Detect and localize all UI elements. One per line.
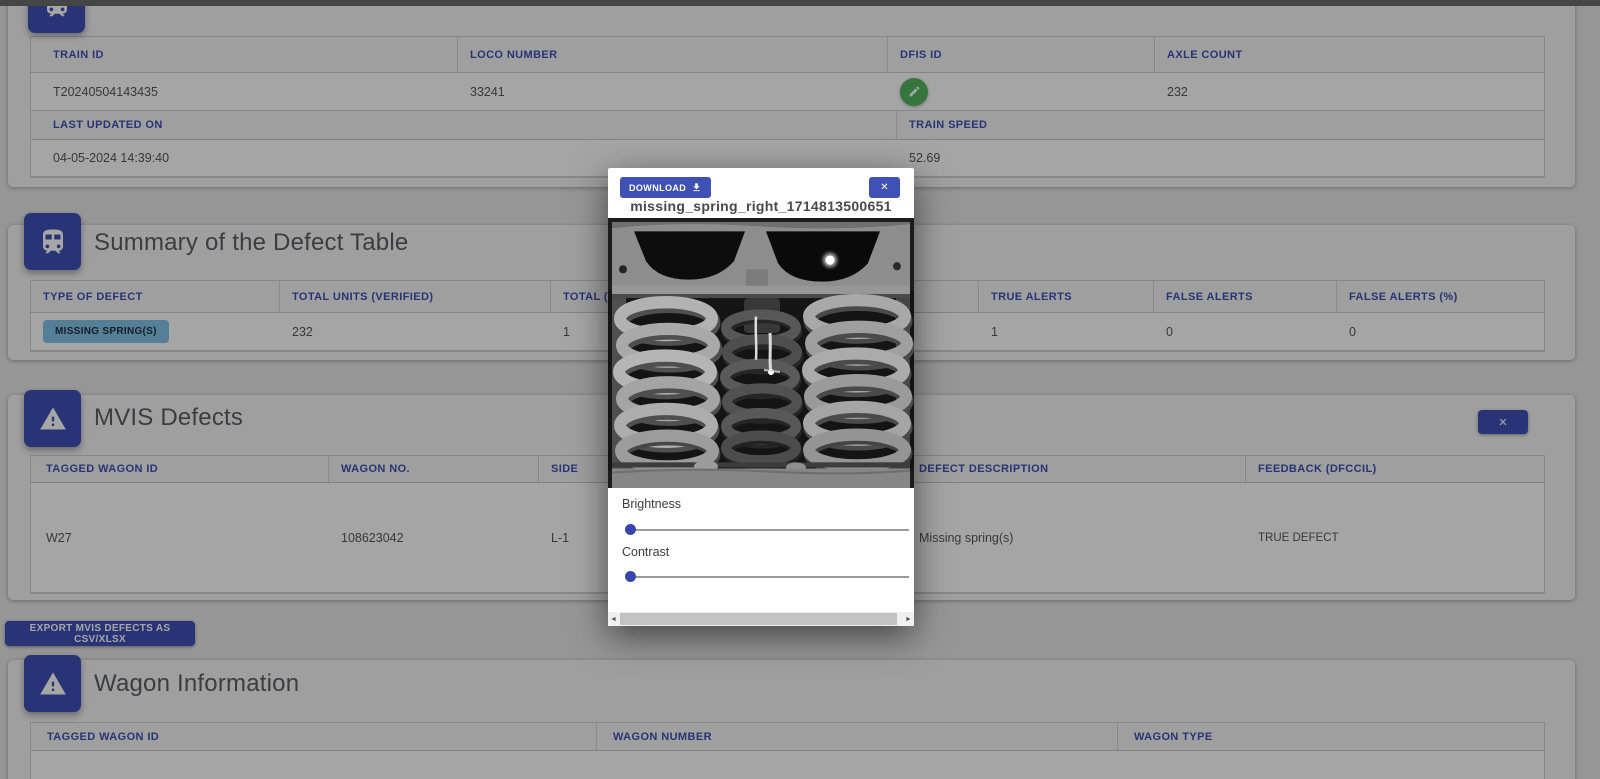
contrast-label: Contrast (622, 545, 669, 559)
defect-image-modal: DOWNLOAD ✕ missing_spring_right_17148135… (608, 168, 914, 626)
modal-close-button[interactable]: ✕ (869, 177, 900, 198)
brightness-slider[interactable] (625, 529, 909, 531)
defect-image-title: missing_spring_right_1714813500651 (608, 198, 914, 214)
scroll-left-icon[interactable]: ◄ (608, 612, 619, 626)
download-button-label: DOWNLOAD (629, 183, 686, 193)
close-icon: ✕ (880, 182, 888, 193)
scroll-right-icon[interactable]: ► (903, 612, 914, 626)
mvis-dashboard-page: Train Information TRAIN ID LOCO NUMBER D… (0, 0, 1600, 779)
contrast-slider[interactable] (625, 576, 909, 578)
modal-horizontal-scrollbar[interactable]: ◄ ► (608, 612, 914, 626)
contrast-slider-thumb[interactable] (625, 571, 636, 582)
download-button[interactable]: DOWNLOAD (620, 177, 711, 198)
defect-image (608, 218, 914, 488)
scrollbar-thumb[interactable] (620, 613, 897, 625)
download-icon (691, 182, 702, 193)
brightness-slider-thumb[interactable] (625, 524, 636, 535)
brightness-label: Brightness (622, 497, 681, 511)
